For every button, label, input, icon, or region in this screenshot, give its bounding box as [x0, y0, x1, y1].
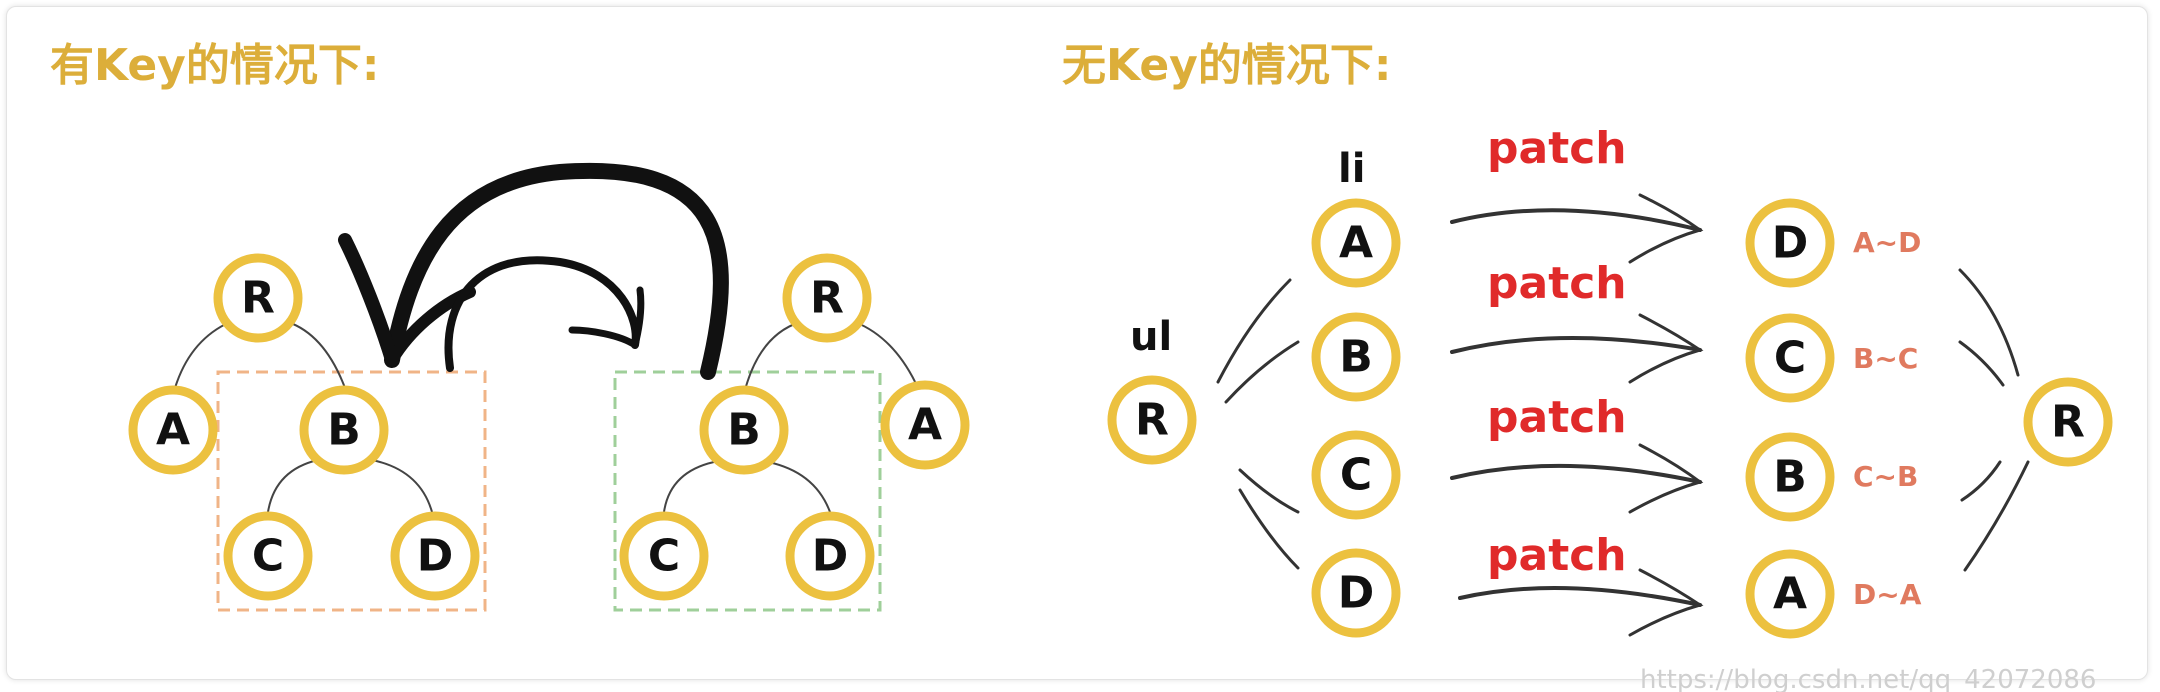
- edge-r-a: [174, 321, 231, 389]
- fan-d: [1238, 488, 1300, 570]
- tree-a-node-b: B: [299, 385, 389, 475]
- edge-r-b: [287, 321, 346, 389]
- tree-b-node-d: D: [785, 511, 875, 601]
- pair-label-3: C~B: [1853, 460, 1918, 493]
- tree-a-node-c: C: [223, 511, 313, 601]
- small-curved-arrow: [444, 256, 640, 372]
- edge-r-a2: [854, 321, 919, 389]
- watermark-text: https://blog.csdn.net/qq_42072086: [1640, 665, 2096, 692]
- tfan-a: [1963, 460, 2030, 572]
- svg-text:C: C: [648, 531, 680, 582]
- svg-text:B: B: [327, 405, 361, 456]
- svg-text:D: D: [417, 531, 454, 582]
- big-curved-arrow: [384, 162, 729, 380]
- svg-text:D: D: [812, 531, 849, 582]
- big-arrow-head-left: [338, 233, 399, 367]
- svg-text:A: A: [908, 400, 942, 451]
- patch-label-4: patch: [1487, 530, 1627, 581]
- target-node-2: C: [1745, 313, 1835, 403]
- patch-label-3: patch: [1487, 392, 1627, 443]
- svg-text:C: C: [252, 531, 284, 582]
- target-root-node: R: [2023, 377, 2113, 467]
- patch-arrow-4: [1458, 586, 1702, 607]
- pair-label-1: A~D: [1853, 226, 1921, 259]
- target-node-1: D: [1745, 198, 1835, 288]
- target-fan-lines: [1958, 268, 2030, 572]
- svg-text:D: D: [1338, 568, 1375, 619]
- pair-label-4: D~A: [1853, 578, 1922, 611]
- edge-r-b2: [744, 321, 801, 391]
- source-root-node: R: [1107, 375, 1197, 465]
- row-4: D patch A D~A: [1311, 530, 1922, 639]
- svg-text:A: A: [1339, 218, 1373, 269]
- tfan-c: [1958, 340, 2005, 387]
- move-arrows: [338, 162, 729, 380]
- patch-label-1: patch: [1487, 123, 1627, 174]
- patch-arrow-1: [1450, 208, 1702, 232]
- tree-b-node-c: C: [619, 511, 709, 601]
- svg-text:R: R: [241, 273, 275, 324]
- svg-text:C: C: [1774, 333, 1806, 384]
- edge-b-c: [267, 459, 319, 513]
- li-node-1: A: [1311, 198, 1401, 288]
- svg-text:D: D: [1772, 218, 1809, 269]
- edge-b2-d2: [767, 461, 831, 513]
- tree-b-node-b: B: [699, 385, 789, 475]
- patch-arrow-3: [1450, 463, 1702, 484]
- target-node-3: B: [1745, 432, 1835, 522]
- tfan-b: [1960, 460, 2002, 502]
- tree-b-node-a: A: [880, 380, 970, 470]
- target-node-4: A: [1745, 549, 1835, 639]
- edge-b2-c2: [663, 461, 715, 513]
- svg-text:R: R: [810, 273, 844, 324]
- svg-text:C: C: [1340, 450, 1372, 501]
- small-arrow-head-a: [568, 326, 639, 349]
- li-node-3: C: [1311, 430, 1401, 520]
- edge-b-d: [371, 459, 433, 513]
- svg-text:R: R: [1135, 395, 1169, 446]
- pair-label-2: B~C: [1853, 342, 1918, 375]
- svg-text:A: A: [1773, 569, 1807, 620]
- source-fan-lines: [1216, 278, 1300, 570]
- diagram-canvas: 有Key的情况下: 无Key的情况下: R A B C D R B A C D …: [50, 40, 2113, 692]
- row-3: C patch B C~B: [1311, 392, 1918, 522]
- svg-text:B: B: [1339, 332, 1373, 383]
- svg-text:A: A: [156, 405, 190, 456]
- li-label: li: [1338, 146, 1365, 192]
- tree-a-node-d: D: [390, 511, 480, 601]
- svg-text:R: R: [2051, 397, 2085, 448]
- patch-arrow-2: [1450, 336, 1702, 354]
- tree-a-node-a: A: [128, 385, 218, 475]
- fan-a: [1216, 278, 1292, 384]
- li-node-2: B: [1311, 312, 1401, 402]
- patch-label-2: patch: [1487, 258, 1627, 309]
- left-panel-title: 有Key的情况下:: [50, 40, 379, 91]
- tfan-d: [1958, 268, 2020, 377]
- svg-text:B: B: [727, 405, 761, 456]
- row-2: B patch C B~C: [1311, 258, 1918, 403]
- tree-b-node-root: R: [782, 253, 872, 343]
- ul-label: ul: [1130, 314, 1172, 360]
- tree-a-node-root: R: [213, 253, 303, 343]
- li-node-4: D: [1311, 548, 1401, 638]
- svg-text:B: B: [1773, 452, 1807, 503]
- right-panel-title: 无Key的情况下:: [1062, 40, 1391, 91]
